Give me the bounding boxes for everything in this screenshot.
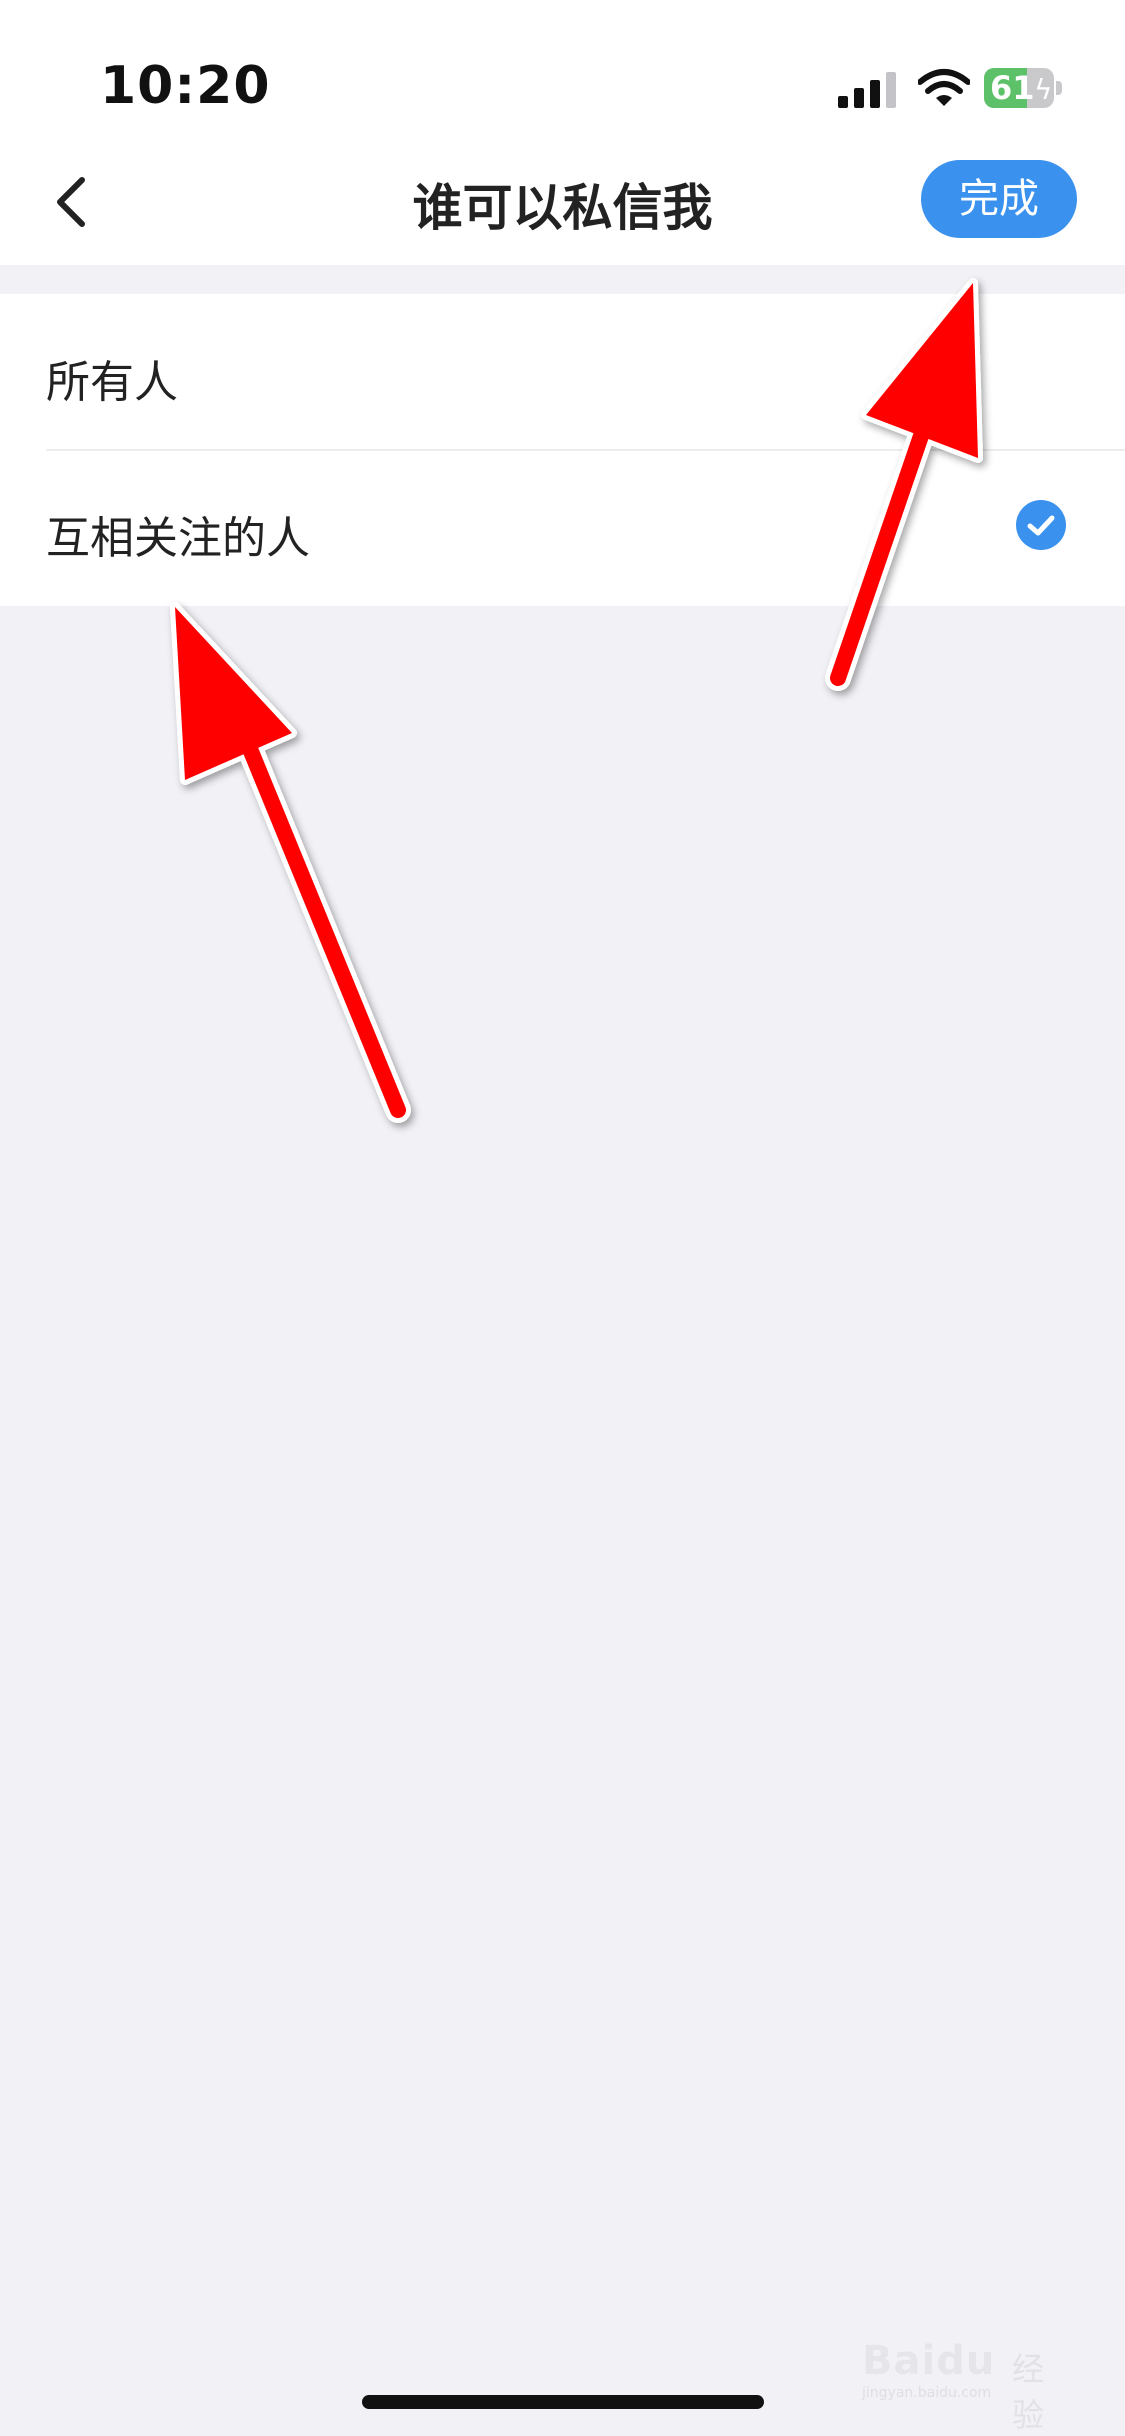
watermark-brand: Baidu: [862, 2338, 996, 2384]
arrow-to-mutual-follows-option: [170, 602, 411, 1123]
done-button[interactable]: 完成: [921, 160, 1077, 238]
nav-bar: 谁可以私信我 完成: [0, 140, 1125, 265]
option-label: 互相关注的人: [46, 513, 310, 564]
watermark-text: 经验: [1012, 2350, 1045, 2434]
option-mutual-follows[interactable]: 互相关注的人: [0, 450, 1125, 606]
battery-percent: 61: [990, 69, 1035, 107]
watermark-url: jingyan.baidu.com: [862, 2385, 992, 2401]
battery-charging-icon: 61 ϟ: [984, 68, 1066, 108]
status-bar: 10:20 61 ϟ: [0, 0, 1125, 140]
option-everyone[interactable]: 所有人: [0, 294, 1125, 451]
checkmark-icon: [1016, 500, 1066, 550]
watermark: Baidu 经验 jingyan.baidu.com: [862, 2338, 1067, 2434]
home-indicator: [362, 2395, 764, 2409]
bolt-icon: ϟ: [1034, 73, 1053, 106]
option-label: 所有人: [46, 357, 178, 408]
wifi-icon: [918, 69, 970, 106]
privacy-option-list: 所有人 互相关注的人: [0, 294, 1125, 606]
signal-icon: [838, 72, 896, 108]
status-time: 10:20: [100, 56, 271, 116]
